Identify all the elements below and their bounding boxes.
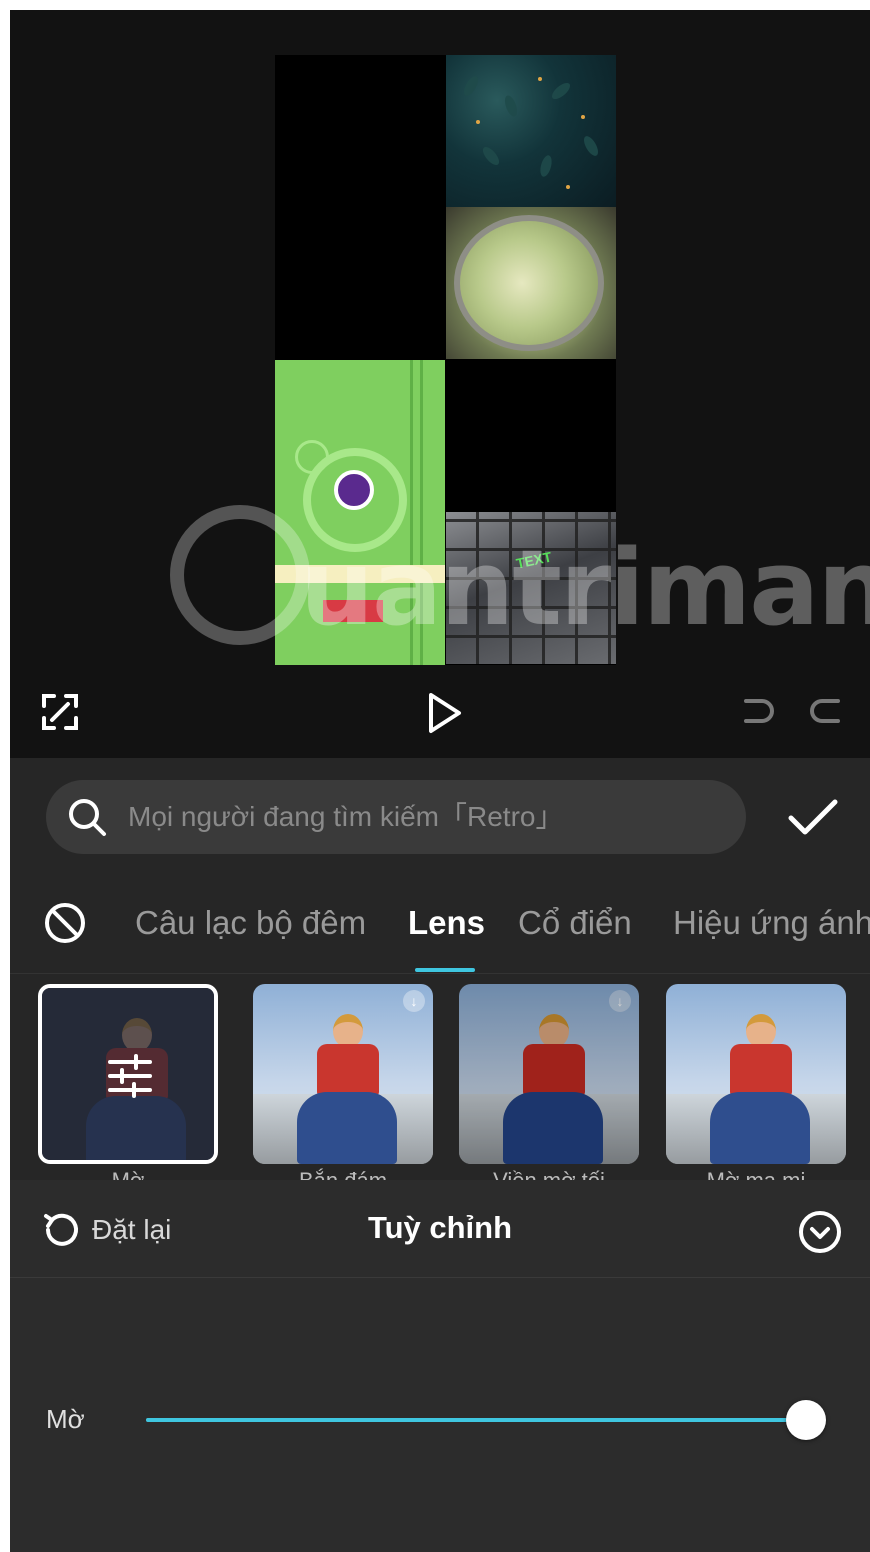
no-effect-icon [45,903,85,943]
undo-icon [744,699,774,723]
play-button[interactable] [420,688,470,738]
slider-label: Mờ [46,1404,85,1434]
collage-cell-black [275,55,445,360]
redo-icon [810,699,840,723]
slider-handle[interactable] [786,1400,826,1440]
no-effect-button[interactable] [42,900,88,946]
search-input[interactable] [128,780,728,854]
tab-club[interactable]: Câu lạc bộ đêm [135,904,366,942]
download-icon: ↓ [609,990,631,1012]
watermark-text: uantrimang [300,527,870,649]
blur-slider[interactable] [146,1400,826,1440]
confirm-button[interactable] [785,794,841,842]
search-icon [69,799,106,836]
collage-cell-black-2 [446,360,616,512]
redo-button[interactable] [805,690,849,734]
fullscreen-button[interactable] [38,690,82,734]
fullscreen-icon [42,694,78,730]
chevron-down-icon [799,1211,841,1253]
tab-classic[interactable]: Cổ điển [518,904,632,942]
logo-icon [334,470,374,510]
play-icon [429,693,461,733]
effect-item-2[interactable]: ↓ [253,984,433,1164]
tab-lens[interactable]: Lens [408,904,485,942]
video-preview: TEXT uantrimang [10,10,870,758]
search-bar[interactable] [46,780,746,854]
adjust-panel: Đặt lại Tuỳ chỉnh Mờ [10,1180,870,1552]
effect-item-4[interactable] [666,984,846,1164]
app-screen: TEXT uantrimang [10,10,870,1552]
effects-sheet: Câu lạc bộ đêm Lens Cổ điển Hiệu ứng ánh… [10,758,870,1552]
collage-cell-leaves [446,55,616,207]
watermark: uantrimang [170,505,870,655]
effect-item-blur[interactable] [38,984,218,1164]
lightbulb-icon [170,505,310,645]
adjust-panel-header: Đặt lại Tuỳ chỉnh [10,1180,870,1278]
tab-light-effects[interactable]: Hiệu ứng ánh [673,904,870,942]
active-tab-indicator [415,968,475,972]
check-icon [788,799,838,835]
slider-fill [146,1418,806,1422]
adjust-sliders-icon [108,1054,152,1098]
effect-item-3[interactable]: ↓ [459,984,639,1164]
category-tabs: Câu lạc bộ đêm Lens Cổ điển Hiệu ứng ánh [10,876,870,974]
undo-button[interactable] [735,690,779,734]
collage-cell-soup [446,207,616,359]
collapse-button[interactable] [798,1210,842,1254]
panel-title: Tuỳ chỉnh [367,1210,513,1245]
download-icon: ↓ [403,990,425,1012]
effects-list: Mờ ↓ Bắn đám ↓ Viền mờ tối Mờ ma mị [10,974,870,1190]
